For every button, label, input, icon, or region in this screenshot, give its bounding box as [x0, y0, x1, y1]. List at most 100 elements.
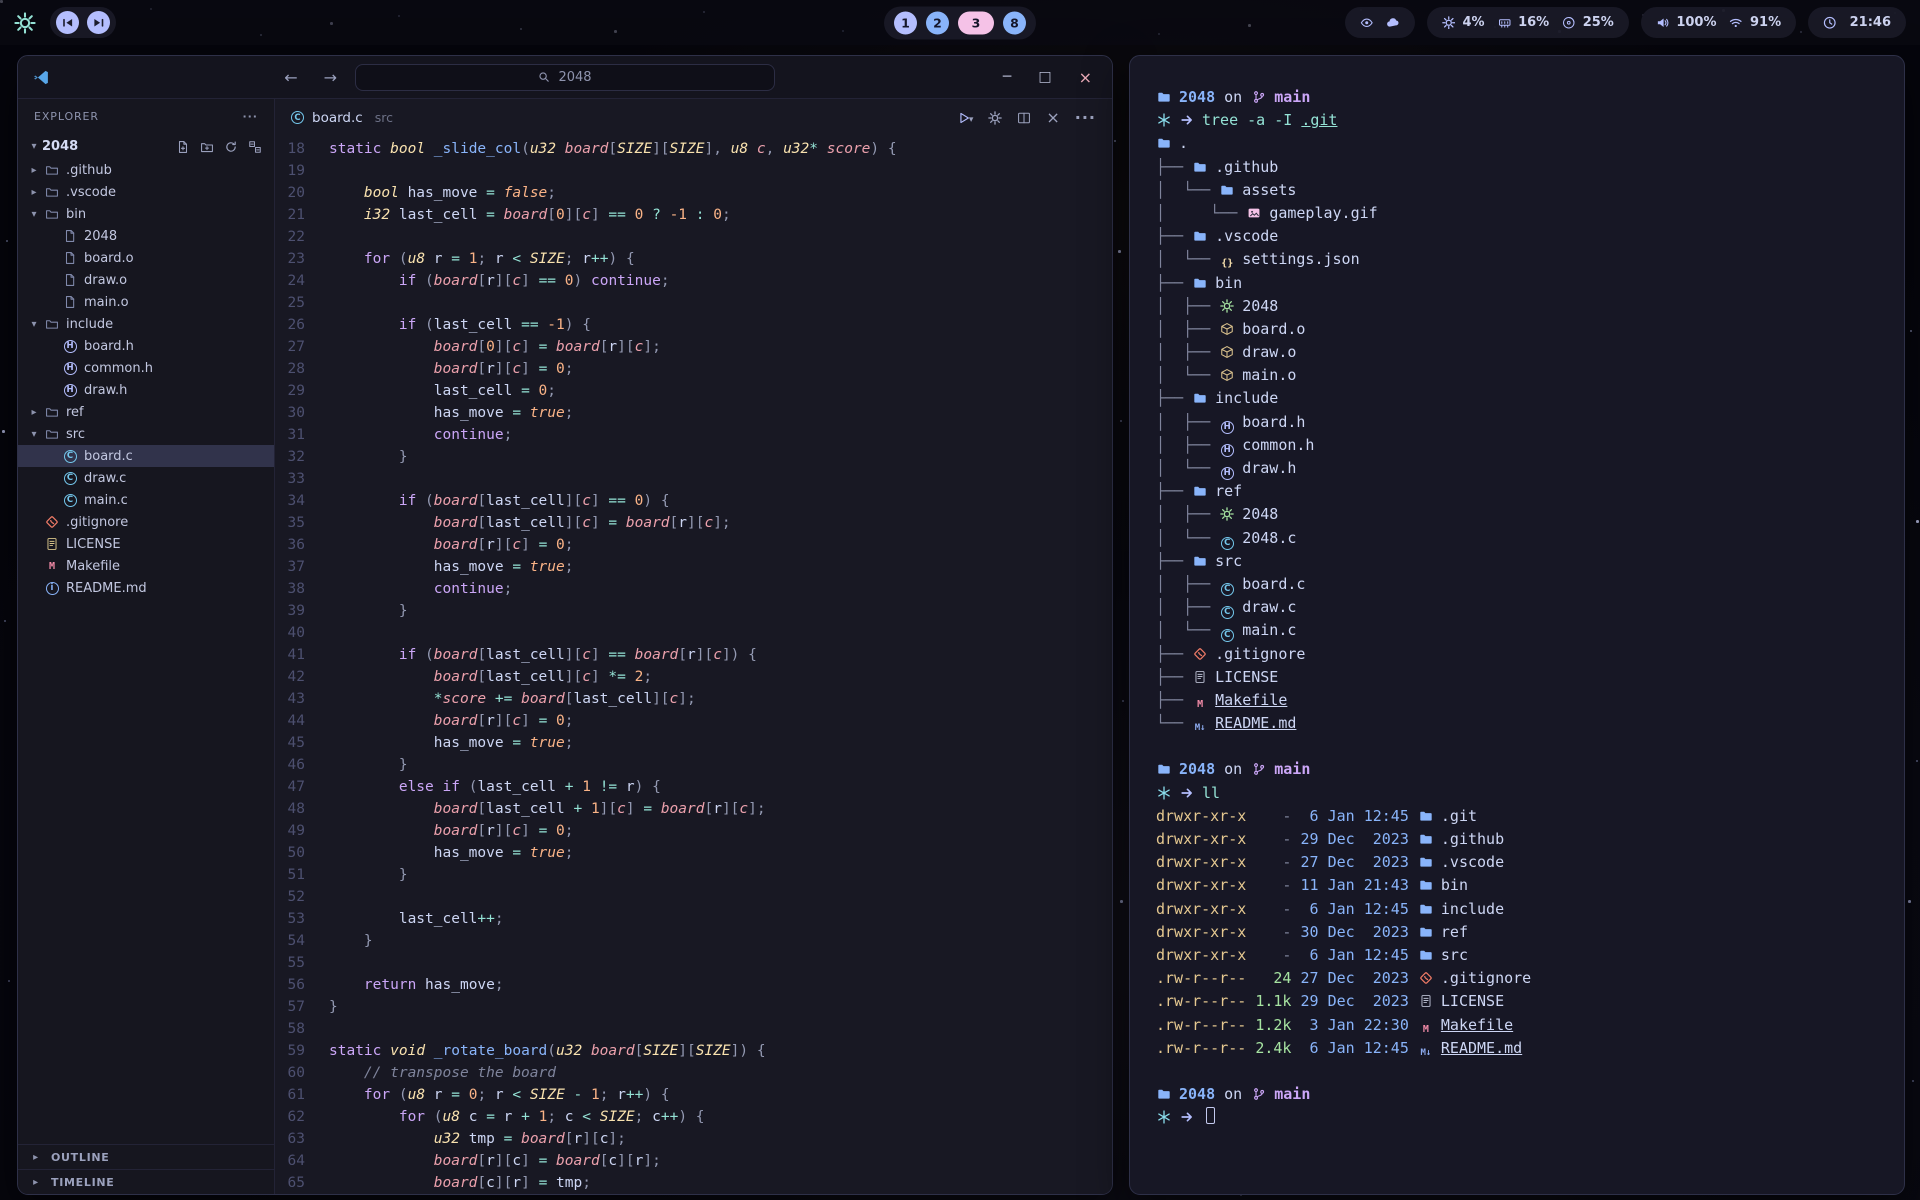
- workspace-8[interactable]: 8: [1003, 11, 1026, 34]
- new-folder-icon[interactable]: [200, 140, 214, 154]
- workspace-2[interactable]: 2: [926, 11, 949, 34]
- chevron-down-icon[interactable]: ▾: [26, 209, 42, 220]
- explorer-item-draw.o[interactable]: draw.o: [18, 269, 274, 291]
- terminal-line: .: [1156, 132, 1878, 155]
- new-file-icon[interactable]: [176, 140, 190, 154]
- line-number: 45: [275, 732, 329, 754]
- code-line: 37 has_move = true;: [275, 556, 1112, 578]
- explorer-item-bin[interactable]: ▾bin: [18, 203, 274, 225]
- terminal-line: │ ├── 2048: [1156, 503, 1878, 526]
- memory-value: 16%: [1518, 15, 1549, 30]
- terminal-line: │ └── C2048.c: [1156, 527, 1878, 550]
- chevron-down-icon[interactable]: ▾: [26, 141, 42, 152]
- volume-value: 100%: [1676, 15, 1716, 30]
- skip-previous-icon: [61, 16, 75, 30]
- explorer-item-Makefile[interactable]: MMakefile: [18, 555, 274, 577]
- close-editor-icon[interactable]: ×: [1046, 108, 1059, 127]
- nav-forward-icon[interactable]: →: [324, 68, 337, 87]
- chevron-down-icon[interactable]: ▾: [26, 429, 42, 440]
- c-file-icon: C: [1219, 537, 1235, 550]
- minimize-button[interactable]: ─: [1003, 69, 1011, 85]
- chevron-down-icon[interactable]: ▾: [26, 319, 42, 330]
- tab-board-c[interactable]: C board.c src: [291, 110, 393, 126]
- explorer-root-folder[interactable]: ▾ 2048: [18, 134, 274, 159]
- line-number: 47: [275, 776, 329, 798]
- explorer-item-board.c[interactable]: Cboard.c: [18, 445, 274, 467]
- chevron-right-icon[interactable]: ▸: [26, 165, 42, 176]
- command-center-search[interactable]: 2048: [355, 64, 775, 91]
- line-number: 59: [275, 1040, 329, 1062]
- explorer-item-label: draw.o: [84, 273, 127, 288]
- explorer-item-.github[interactable]: ▸.github: [18, 159, 274, 181]
- close-button[interactable]: ×: [1079, 68, 1092, 87]
- sidebar-panels: ▸ OUTLINE ▸ TIMELINE: [18, 1144, 274, 1194]
- run-dropdown-icon: ▾: [969, 115, 974, 125]
- timeline-panel[interactable]: ▸ TIMELINE: [18, 1169, 274, 1194]
- explorer-item-LICENSE[interactable]: LICENSE: [18, 533, 274, 555]
- system-logo-icon[interactable]: [14, 12, 36, 34]
- explorer-item-ref[interactable]: ▸ref: [18, 401, 274, 423]
- explorer-item-src[interactable]: ▾src: [18, 423, 274, 445]
- explorer-item-.gitignore[interactable]: .gitignore: [18, 511, 274, 533]
- folder-icon: [1156, 136, 1172, 150]
- nav-back-icon[interactable]: ←: [284, 68, 297, 87]
- workspace-3-active[interactable]: 3: [958, 11, 994, 34]
- explorer-item-README.md[interactable]: iREADME.md: [18, 577, 274, 599]
- c-header-file-icon: H: [60, 384, 80, 397]
- explorer-item-2048[interactable]: 2048: [18, 225, 274, 247]
- line-number: 36: [275, 534, 329, 556]
- code-line: 21 i32 last_cell = board[0][c] == 0 ? -1…: [275, 204, 1112, 226]
- workspace-1[interactable]: 1: [894, 11, 917, 34]
- explorer-item-board.h[interactable]: Hboard.h: [18, 335, 274, 357]
- line-number: 22: [275, 226, 329, 248]
- explorer-item-label: include: [66, 317, 113, 332]
- explorer-item-common.h[interactable]: Hcommon.h: [18, 357, 274, 379]
- makefile-icon: M: [42, 561, 62, 572]
- code-line: 45 has_move = true;: [275, 732, 1112, 754]
- line-number: 60: [275, 1062, 329, 1084]
- code-line: 48 board[last_cell + 1][c] = board[r][c]…: [275, 798, 1112, 820]
- refresh-explorer-icon[interactable]: [224, 140, 238, 154]
- folder-icon: [1219, 183, 1235, 197]
- disk-value: 25%: [1583, 15, 1614, 30]
- outline-panel[interactable]: ▸ OUTLINE: [18, 1144, 274, 1169]
- disk-icon: [1562, 16, 1576, 30]
- explorer-item-draw.c[interactable]: Cdraw.c: [18, 467, 274, 489]
- collapse-folders-icon[interactable]: [248, 140, 262, 154]
- terminal-window[interactable]: 2048 on maintree -a -I .git.├── .github│…: [1129, 55, 1905, 1195]
- explorer-item-label: main.c: [84, 493, 128, 508]
- explorer-item-draw.h[interactable]: Hdraw.h: [18, 379, 274, 401]
- line-number: 21: [275, 204, 329, 226]
- terminal-line: ├── MMakefile: [1156, 689, 1878, 712]
- cpu-stat: 4%: [1442, 15, 1485, 30]
- split-editor-icon[interactable]: [1017, 111, 1031, 125]
- line-number: 62: [275, 1106, 329, 1128]
- code-editor[interactable]: 18static bool _slide_col(u32 board[SIZE]…: [275, 136, 1112, 1194]
- maximize-button[interactable]: □: [1038, 69, 1051, 85]
- more-actions-icon[interactable]: ···: [1075, 108, 1096, 127]
- media-next-button[interactable]: [87, 11, 110, 34]
- line-number: 24: [275, 270, 329, 292]
- chevron-right-icon[interactable]: ▸: [26, 187, 42, 198]
- line-number: 52: [275, 886, 329, 908]
- explorer-item-include[interactable]: ▾ include: [18, 313, 274, 335]
- terminal-line: └── M↓README.md: [1156, 712, 1878, 735]
- explorer-item-.vscode[interactable]: ▸.vscode: [18, 181, 274, 203]
- clock-widget[interactable]: 21:46: [1808, 7, 1906, 38]
- c-header-file-icon: H: [60, 340, 80, 353]
- explorer-item-board.o[interactable]: board.o: [18, 247, 274, 269]
- chevron-right-icon[interactable]: ▸: [26, 407, 42, 418]
- explorer-item-main.o[interactable]: main.o: [18, 291, 274, 313]
- code-line: 46 }: [275, 754, 1112, 776]
- object-file-icon: [1219, 322, 1235, 336]
- terminal-line: 2048 on main: [1156, 758, 1878, 781]
- explorer-more-icon[interactable]: ···: [242, 110, 258, 123]
- app-logo-icon: [33, 69, 50, 86]
- folder-icon: [1418, 832, 1434, 846]
- explorer-item-label: common.h: [84, 361, 153, 376]
- media-previous-button[interactable]: [56, 11, 79, 34]
- terminal-line: │ ├── draw.o: [1156, 341, 1878, 364]
- run-button[interactable]: ▾: [957, 111, 974, 125]
- settings-gear-icon[interactable]: [988, 111, 1002, 125]
- explorer-item-main.c[interactable]: Cmain.c: [18, 489, 274, 511]
